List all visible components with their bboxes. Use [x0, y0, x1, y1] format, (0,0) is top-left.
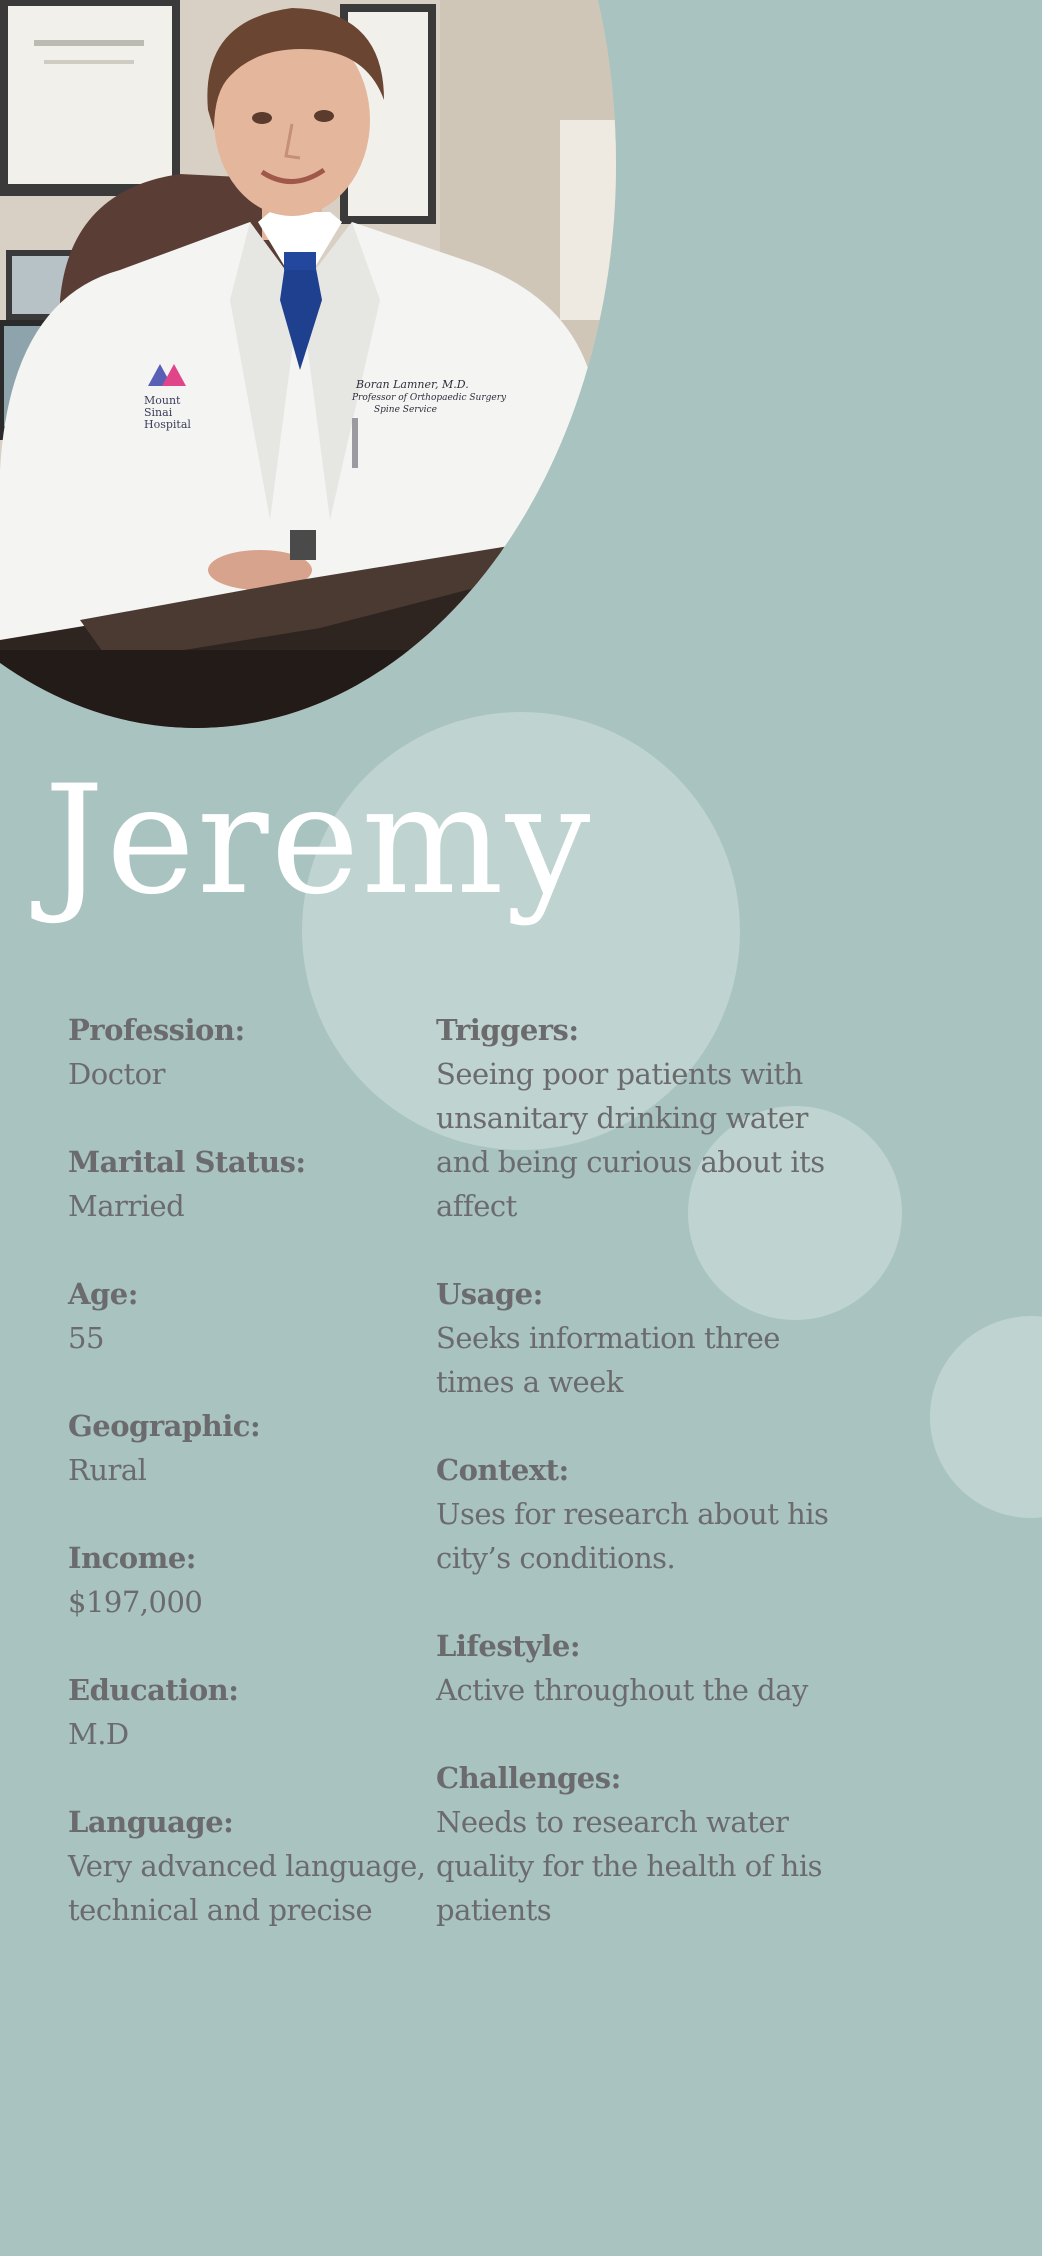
field-label: Lifestyle: — [436, 1629, 581, 1663]
field-label: Age: — [68, 1277, 138, 1311]
portrait-photo: Mount Sinai Hospital Boran Lamner, M.D. … — [0, 0, 616, 728]
field-value: $197,000 — [68, 1585, 203, 1619]
persona-name: Jeremy — [44, 754, 593, 928]
doctor-portrait-photo-icon: Mount Sinai Hospital Boran Lamner, M.D. … — [0, 0, 616, 728]
field-label: Marital Status: — [68, 1145, 306, 1179]
field-label: Geographic: — [68, 1409, 261, 1443]
field-value: M.D — [68, 1717, 129, 1751]
field-value: Seeks information three times a week — [436, 1321, 780, 1399]
svg-text:Professor of Orthopaedic Surge: Professor of Orthopaedic Surgery — [351, 393, 507, 403]
field-value: Rural — [68, 1453, 147, 1487]
field-challenges: Challenges: Needs to research water qual… — [436, 1756, 856, 1932]
field-context: Context: Uses for research about his cit… — [436, 1448, 856, 1580]
persona-details-left: Profession: Doctor Marital Status: Marri… — [68, 1008, 428, 1976]
persona-page: Mount Sinai Hospital Boran Lamner, M.D. … — [0, 0, 1042, 2256]
svg-text:Boran Lamner, M.D.: Boran Lamner, M.D. — [355, 378, 469, 391]
field-value: Uses for research about his city’s condi… — [436, 1497, 829, 1575]
field-profession: Profession: Doctor — [68, 1008, 428, 1096]
field-label: Profession: — [68, 1013, 245, 1047]
field-value: Very advanced language, technical and pr… — [68, 1849, 426, 1927]
field-value: 55 — [68, 1321, 104, 1355]
field-label: Income: — [68, 1541, 197, 1575]
field-triggers: Triggers: Seeing poor patients with unsa… — [436, 1008, 856, 1228]
field-usage: Usage: Seeks information three times a w… — [436, 1272, 856, 1404]
field-marital-status: Marital Status: Married — [68, 1140, 428, 1228]
field-value: Needs to research water quality for the … — [436, 1805, 823, 1927]
field-label: Challenges: — [436, 1761, 621, 1795]
field-language: Language: Very advanced language, techni… — [68, 1800, 428, 1932]
field-education: Education: M.D — [68, 1668, 428, 1756]
field-value: Doctor — [68, 1057, 165, 1091]
field-label: Usage: — [436, 1277, 543, 1311]
field-label: Triggers: — [436, 1013, 579, 1047]
decorative-circle-small — [930, 1316, 1042, 1518]
svg-text:Hospital: Hospital — [144, 418, 191, 431]
svg-text:Spine Service: Spine Service — [374, 405, 437, 415]
field-value: Seeing poor patients with unsanitary dri… — [436, 1057, 825, 1223]
field-label: Education: — [68, 1673, 239, 1707]
field-lifestyle: Lifestyle: Active throughout the day — [436, 1624, 856, 1712]
field-income: Income: $197,000 — [68, 1536, 428, 1624]
field-geographic: Geographic: Rural — [68, 1404, 428, 1492]
field-label: Context: — [436, 1453, 569, 1487]
field-value: Active throughout the day — [436, 1673, 808, 1707]
field-label: Language: — [68, 1805, 234, 1839]
persona-details-right: Triggers: Seeing poor patients with unsa… — [436, 1008, 856, 1976]
field-age: Age: 55 — [68, 1272, 428, 1360]
field-value: Married — [68, 1189, 185, 1223]
